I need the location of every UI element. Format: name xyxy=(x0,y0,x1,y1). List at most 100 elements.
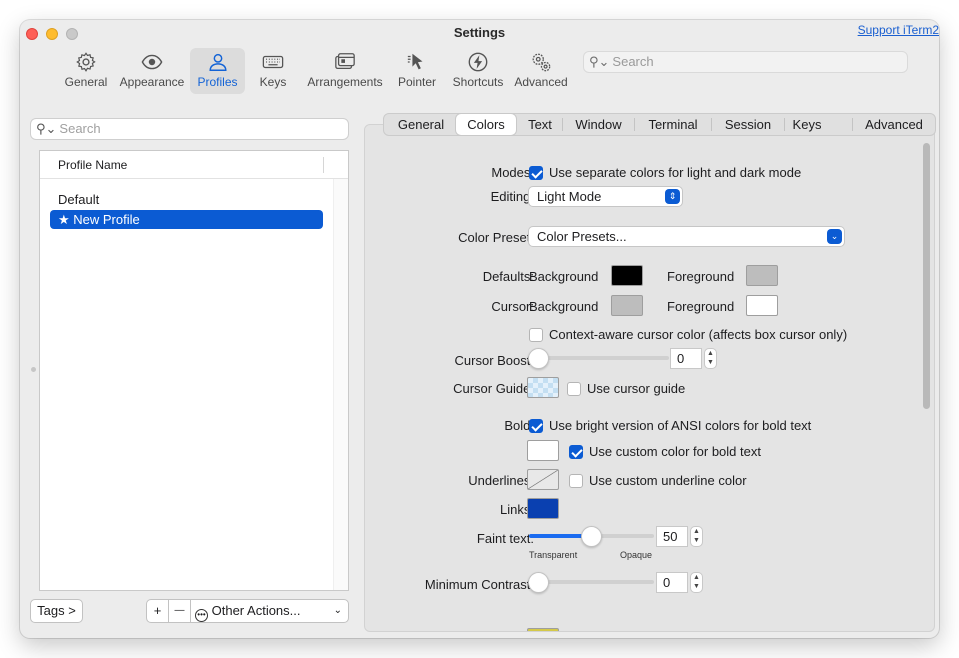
tags-button[interactable]: Tags > xyxy=(30,599,83,623)
profile-name-column-header[interactable]: Profile Name xyxy=(40,151,348,179)
defaults-foreground-swatch[interactable] xyxy=(746,265,778,286)
cursor-boost-label: Cursor Boost: xyxy=(454,353,534,368)
color-preset-popup[interactable]: Color Presets... ⌄ xyxy=(528,226,845,247)
faint-text-label: Faint text: xyxy=(476,531,534,546)
profile-tabs: General Colors Text Window Terminal Sess… xyxy=(383,113,936,136)
toolbar-keys-label: Keys xyxy=(259,75,287,89)
tab-general[interactable]: General xyxy=(386,114,456,135)
chevron-down-icon: ⌄ xyxy=(827,229,842,244)
faint-text-knob[interactable] xyxy=(581,526,602,547)
toolbar-keys[interactable]: Keys xyxy=(254,48,292,94)
bold-bright-label: Use bright version of ANSI colors for bo… xyxy=(549,418,812,433)
split-view-handle[interactable] xyxy=(31,367,36,372)
minimum-contrast-knob[interactable] xyxy=(528,572,549,593)
add-profile-button[interactable]: + xyxy=(147,600,169,622)
minimum-contrast-field[interactable]: 0 xyxy=(656,572,688,593)
support-link[interactable]: Support iTerm2 xyxy=(858,23,939,37)
cursor-boost-stepper[interactable]: ▲ ▼ xyxy=(704,348,717,369)
toolbar-shortcuts[interactable]: Shortcuts xyxy=(449,48,507,94)
color-preset-value: Color Presets... xyxy=(537,229,627,244)
profile-row-default[interactable]: Default xyxy=(50,190,323,209)
toolbar-pointer-label: Pointer xyxy=(397,75,437,89)
cursor-boost-field[interactable]: 0 xyxy=(670,348,702,369)
cursor-boost-slider[interactable] xyxy=(539,356,669,360)
toolbar-search-field[interactable]: ⚲⌄ Search xyxy=(583,51,908,73)
color-preset-label: Color Preset: xyxy=(458,230,534,245)
minimum-contrast-stepper[interactable]: ▲ ▼ xyxy=(690,572,703,593)
editing-mode-popup[interactable]: Light Mode ⇕ xyxy=(528,186,683,207)
links-color-swatch[interactable] xyxy=(527,498,559,519)
search-icon: ⚲⌄ xyxy=(36,121,57,136)
tab-terminal[interactable]: Terminal xyxy=(635,114,711,135)
bold-color-swatch[interactable] xyxy=(527,440,559,461)
toolbar: General Appearance Profiles Keys Arrange… xyxy=(20,46,939,96)
toolbar-general-label: General xyxy=(64,75,108,89)
defaults-background-label: Background xyxy=(529,269,599,284)
tab-text[interactable]: Text xyxy=(518,114,562,135)
separate-colors-label: Use separate colors for light and dark m… xyxy=(549,165,802,180)
toolbar-advanced[interactable]: Advanced xyxy=(513,48,569,94)
faint-transparent-label: Transparent xyxy=(529,550,578,560)
other-actions-menu[interactable]: ••• Other Actions... ⌄ xyxy=(191,600,348,622)
underlines-label: Underlines: xyxy=(468,473,534,488)
windows-icon xyxy=(335,53,355,70)
cursor-guide-checkbox[interactable] xyxy=(567,382,581,396)
colors-panel: Modes: Use separate colors for light and… xyxy=(364,124,935,632)
colors-panel-scrollbar[interactable] xyxy=(923,143,930,409)
eye-icon xyxy=(141,54,163,70)
minimum-contrast-slider[interactable] xyxy=(539,580,654,584)
column-separator xyxy=(323,157,324,173)
tab-colors[interactable]: Colors xyxy=(456,114,516,135)
remove-profile-button[interactable]: — xyxy=(169,600,191,622)
minimum-contrast-label: Minimum Contrast: xyxy=(424,577,534,592)
cursor-foreground-label: Foreground xyxy=(667,299,735,314)
toolbar-shortcuts-label: Shortcuts xyxy=(452,75,504,89)
faint-text-stepper[interactable]: ▲ ▼ xyxy=(690,526,703,547)
separate-colors-checkbox[interactable] xyxy=(529,166,543,180)
cursor-foreground-swatch[interactable] xyxy=(746,295,778,316)
toolbar-appearance-label: Appearance xyxy=(119,75,185,89)
bold-custom-color-checkbox[interactable] xyxy=(569,445,583,459)
tab-advanced[interactable]: Advanced xyxy=(853,114,935,135)
cursor-guide-swatch[interactable] xyxy=(527,377,559,398)
cursor-guide-label: Cursor Guide: xyxy=(453,381,534,396)
person-icon xyxy=(208,53,227,71)
cursor-guide-checkbox-label: Use cursor guide xyxy=(587,381,686,396)
ansi-color-swatch[interactable] xyxy=(527,628,559,631)
modes-label: Modes: xyxy=(491,165,534,180)
tab-session[interactable]: Session xyxy=(712,114,784,135)
keyboard-icon xyxy=(262,55,284,69)
gears-icon xyxy=(532,53,551,72)
underline-color-swatch[interactable] xyxy=(527,469,559,490)
faint-text-field[interactable]: 50 xyxy=(656,526,688,547)
cursor-label: Cursor: xyxy=(491,299,534,314)
toolbar-general[interactable]: General xyxy=(61,48,111,94)
toolbar-arrangements-label: Arrangements xyxy=(307,75,383,89)
underline-color-checkbox[interactable] xyxy=(569,474,583,488)
window-title: Settings xyxy=(453,25,506,40)
context-aware-cursor-checkbox[interactable] xyxy=(529,328,543,342)
pointer-icon xyxy=(407,53,423,70)
profile-search-field[interactable]: ⚲⌄ Search xyxy=(30,118,349,140)
tab-window[interactable]: Window xyxy=(563,114,634,135)
faint-opaque-label: Opaque xyxy=(620,550,653,560)
bold-bright-checkbox[interactable] xyxy=(529,419,543,433)
profile-row-new-profile[interactable]: ★ New Profile xyxy=(50,210,323,229)
defaults-background-swatch[interactable] xyxy=(611,265,643,286)
profile-actions-bar: + — ••• Other Actions... ⌄ xyxy=(146,599,349,623)
tab-keys[interactable]: Keys xyxy=(785,114,829,135)
cursor-background-swatch[interactable] xyxy=(611,295,643,316)
toolbar-arrangements[interactable]: Arrangements xyxy=(304,48,386,94)
bold-custom-color-label: Use custom color for bold text xyxy=(589,444,761,459)
ellipsis-circle-icon: ••• xyxy=(195,609,208,622)
defaults-foreground-label: Foreground xyxy=(667,269,735,284)
other-actions-label: Other Actions... xyxy=(211,603,301,618)
cursor-boost-knob[interactable] xyxy=(528,348,549,369)
defaults-label: Defaults: xyxy=(482,269,534,284)
toolbar-profiles[interactable]: Profiles xyxy=(190,48,245,94)
profile-list-scrollbar[interactable] xyxy=(333,179,348,590)
toolbar-appearance[interactable]: Appearance xyxy=(118,48,186,94)
settings-window: Settings Support iTerm2 General Appearan… xyxy=(20,20,939,638)
toolbar-advanced-label: Advanced xyxy=(514,75,568,89)
toolbar-pointer[interactable]: Pointer xyxy=(392,48,442,94)
